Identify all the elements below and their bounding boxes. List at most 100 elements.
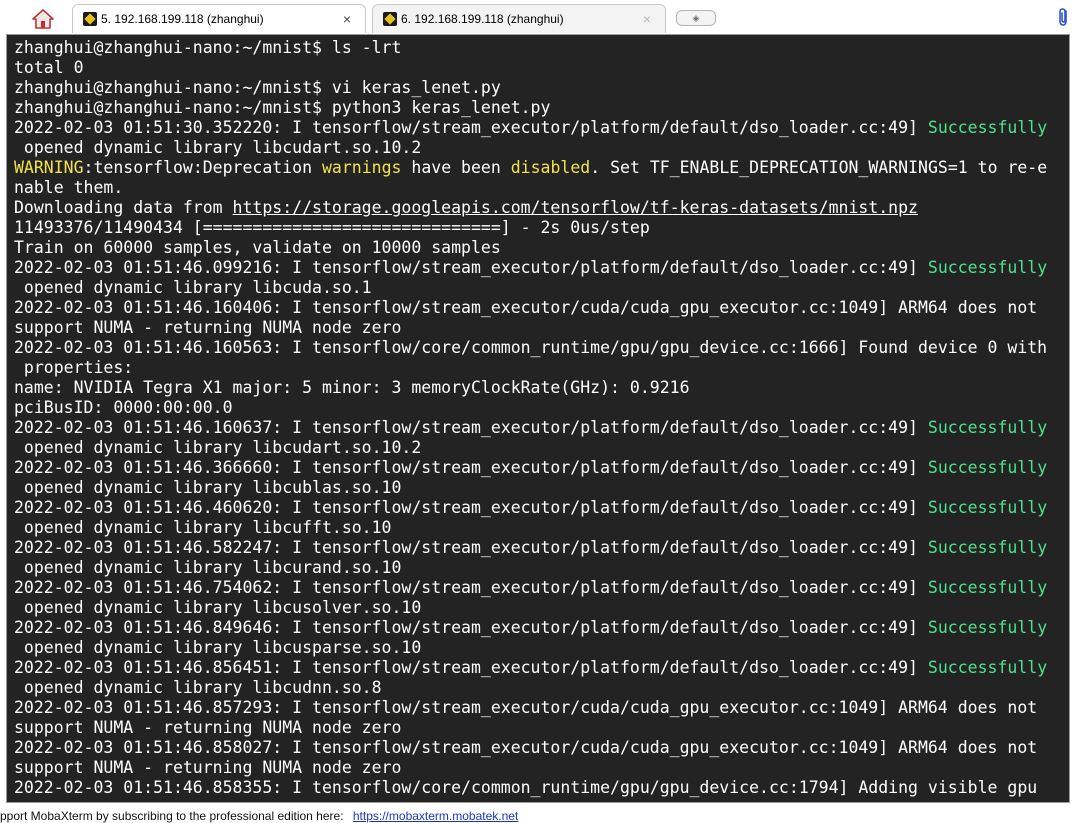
- terminal-text: 2022-02-03 01:51:46.754062: I tensorflow…: [14, 578, 928, 597]
- terminal-line: support NUMA - returning NUMA node zero: [14, 318, 1069, 338]
- status-text: pport MobaXterm by subscribing to the pr…: [0, 809, 344, 823]
- tab-close-icon[interactable]: ×: [639, 11, 655, 27]
- terminal-text: 2022-02-03 01:51:46.858355: I tensorflow…: [14, 778, 1038, 797]
- terminal-session-icon: [383, 12, 397, 26]
- warning-text: disabled: [510, 158, 591, 177]
- terminal-line: 2022-02-03 01:51:46.582247: I tensorflow…: [14, 538, 1069, 558]
- terminal-line: 2022-02-03 01:51:46.856451: I tensorflow…: [14, 658, 1069, 678]
- success-text: Successfully: [927, 118, 1048, 137]
- terminal-text: nable them.: [14, 178, 124, 197]
- terminal-text: support NUMA - returning NUMA node zero: [14, 758, 402, 777]
- terminal-line: Train on 60000 samples, validate on 1000…: [14, 238, 1069, 258]
- terminal-line: WARNING:tensorflow:Deprecation warnings …: [14, 158, 1069, 178]
- terminal-text: Train on 60000 samples, validate on 1000…: [14, 238, 501, 257]
- terminal-line: 2022-02-03 01:51:46.160637: I tensorflow…: [14, 418, 1069, 438]
- terminal-line: opened dynamic library libcufft.so.10: [14, 518, 1069, 538]
- terminal-line: name: NVIDIA Tegra X1 major: 5 minor: 3 …: [14, 378, 1069, 398]
- terminal-text: 2022-02-03 01:51:46.857293: I tensorflow…: [14, 698, 1038, 717]
- terminal-text: 2022-02-03 01:51:46.858027: I tensorflow…: [14, 738, 1038, 757]
- tab-session-5[interactable]: 5. 192.168.199.118 (zhanghui) ×: [72, 4, 366, 33]
- terminal-line: opened dynamic library libcudnn.so.8: [14, 678, 1069, 698]
- terminal-text: support NUMA - returning NUMA node zero: [14, 318, 402, 337]
- terminal-line: 2022-02-03 01:51:30.352220: I tensorflow…: [14, 118, 1069, 138]
- paperclip-icon[interactable]: [1056, 6, 1072, 28]
- success-text: Successfully: [927, 578, 1048, 597]
- tab-title: 6. 192.168.199.118 (zhanghui): [401, 12, 564, 26]
- terminal-line: 2022-02-03 01:51:46.160563: I tensorflow…: [14, 338, 1069, 358]
- terminal-line: opened dynamic library libcudart.so.10.2: [14, 438, 1069, 458]
- terminal-line: 2022-02-03 01:51:46.160406: I tensorflow…: [14, 298, 1069, 318]
- success-text: Successfully: [927, 498, 1048, 517]
- success-text: Successfully: [927, 618, 1048, 637]
- terminal-line: properties:: [14, 358, 1069, 378]
- terminal-line: zhanghui@zhanghui-nano:~/mnist$ vi keras…: [14, 78, 1069, 98]
- terminal-text: 2022-02-03 01:51:46.460620: I tensorflow…: [14, 498, 928, 517]
- terminal-text: 2022-02-03 01:51:46.160563: I tensorflow…: [14, 338, 1048, 357]
- terminal-line: Downloading data from https://storage.go…: [14, 198, 1069, 218]
- terminal-text: opened dynamic library libcudart.so.10.2: [14, 138, 422, 157]
- terminal-line: 2022-02-03 01:51:46.460620: I tensorflow…: [14, 498, 1069, 518]
- terminal-session-icon: [83, 12, 97, 26]
- terminal-text: have been: [401, 158, 511, 177]
- terminal-line: opened dynamic library libcusolver.so.10: [14, 598, 1069, 618]
- terminal-text: opened dynamic library libcufft.so.10: [14, 518, 392, 537]
- terminal-text: zhanghui@zhanghui-nano:~/mnist$ vi keras…: [14, 78, 501, 97]
- terminal-output[interactable]: zhanghui@zhanghui-nano:~/mnist$ ls -lrt t…: [14, 38, 1069, 802]
- tab-close-icon[interactable]: ×: [339, 11, 355, 27]
- warning-text: warnings: [321, 158, 402, 177]
- terminal-text: :tensorflow:Deprecation: [83, 158, 322, 177]
- terminal-text: . Set TF_ENABLE_DEPRECATION_WARNINGS=1 t…: [590, 158, 1048, 177]
- terminal-text: Downloading data from: [14, 198, 233, 217]
- terminal-line: 2022-02-03 01:51:46.858027: I tensorflow…: [14, 738, 1069, 758]
- terminal-line: 2022-02-03 01:51:46.857293: I tensorflow…: [14, 698, 1069, 718]
- status-bar: pport MobaXterm by subscribing to the pr…: [0, 803, 1072, 823]
- terminal-text: 11493376/11490434 [=====================…: [14, 218, 650, 237]
- tab-session-6[interactable]: 6. 192.168.199.118 (zhanghui) ×: [372, 4, 666, 33]
- tab-title: 5. 192.168.199.118 (zhanghui): [101, 12, 264, 26]
- terminal-text: opened dynamic library libcurand.so.10: [14, 558, 402, 577]
- terminal-line: zhanghui@zhanghui-nano:~/mnist$ python3 …: [14, 98, 1069, 118]
- terminal-text: total 0: [14, 58, 84, 77]
- terminal-line: opened dynamic library libcuda.so.1: [14, 278, 1069, 298]
- terminal-line: pciBusID: 0000:00:00.0: [14, 398, 1069, 418]
- new-tab-button[interactable]: ◈: [676, 10, 716, 26]
- terminal-line: opened dynamic library libcusparse.so.10: [14, 638, 1069, 658]
- terminal-line: opened dynamic library libcudart.so.10.2: [14, 138, 1069, 158]
- terminal-line: 11493376/11490434 [=====================…: [14, 218, 1069, 238]
- terminal-text: 2022-02-03 01:51:46.849646: I tensorflow…: [14, 618, 928, 637]
- terminal-text: 2022-02-03 01:51:46.856451: I tensorflow…: [14, 658, 928, 677]
- terminal-text: opened dynamic library libcublas.so.10: [14, 478, 402, 497]
- terminal-url-link[interactable]: https://storage.googleapis.com/tensorflo…: [233, 198, 918, 217]
- success-text: Successfully: [927, 538, 1048, 557]
- tab-bar: 5. 192.168.199.118 (zhanghui) × 6. 192.1…: [0, 0, 1072, 36]
- terminal-text: opened dynamic library libcusparse.so.10: [14, 638, 422, 657]
- terminal-line: opened dynamic library libcurand.so.10: [14, 558, 1069, 578]
- terminal-line: total 0: [14, 58, 1069, 78]
- success-text: Successfully: [927, 658, 1048, 677]
- terminal-text: name: NVIDIA Tegra X1 major: 5 minor: 3 …: [14, 378, 690, 397]
- terminal-text: 2022-02-03 01:51:46.160406: I tensorflow…: [14, 298, 1038, 317]
- terminal-window[interactable]: zhanghui@zhanghui-nano:~/mnist$ ls -lrt t…: [6, 34, 1070, 803]
- terminal-text: 2022-02-03 01:51:46.099216: I tensorflow…: [14, 258, 928, 277]
- terminal-text: 2022-02-03 01:51:46.366660: I tensorflow…: [14, 458, 928, 477]
- terminal-text: support NUMA - returning NUMA node zero: [14, 718, 402, 737]
- home-icon: [32, 9, 54, 29]
- status-link[interactable]: https://mobaxterm.mobatek.net: [353, 809, 518, 823]
- terminal-line: zhanghui@zhanghui-nano:~/mnist$ ls -lrt: [14, 38, 1069, 58]
- terminal-text: 2022-02-03 01:51:46.582247: I tensorflow…: [14, 538, 928, 557]
- terminal-line: opened dynamic library libcublas.so.10: [14, 478, 1069, 498]
- success-text: Successfully: [927, 458, 1048, 477]
- warning-text: WARNING: [14, 158, 84, 177]
- terminal-text: pciBusID: 0000:00:00.0: [14, 398, 233, 417]
- terminal-text: opened dynamic library libcudart.so.10.2: [14, 438, 422, 457]
- terminal-text: 2022-02-03 01:51:46.160637: I tensorflow…: [14, 418, 928, 437]
- terminal-text: 2022-02-03 01:51:30.352220: I tensorflow…: [14, 118, 928, 137]
- terminal-text: opened dynamic library libcudnn.so.8: [14, 678, 382, 697]
- terminal-line: support NUMA - returning NUMA node zero: [14, 758, 1069, 778]
- home-tab[interactable]: [22, 5, 64, 33]
- success-text: Successfully: [927, 418, 1048, 437]
- terminal-line: 2022-02-03 01:51:46.754062: I tensorflow…: [14, 578, 1069, 598]
- terminal-line: 2022-02-03 01:51:46.849646: I tensorflow…: [14, 618, 1069, 638]
- success-text: Successfully: [927, 258, 1048, 277]
- terminal-text: opened dynamic library libcuda.so.1: [14, 278, 372, 297]
